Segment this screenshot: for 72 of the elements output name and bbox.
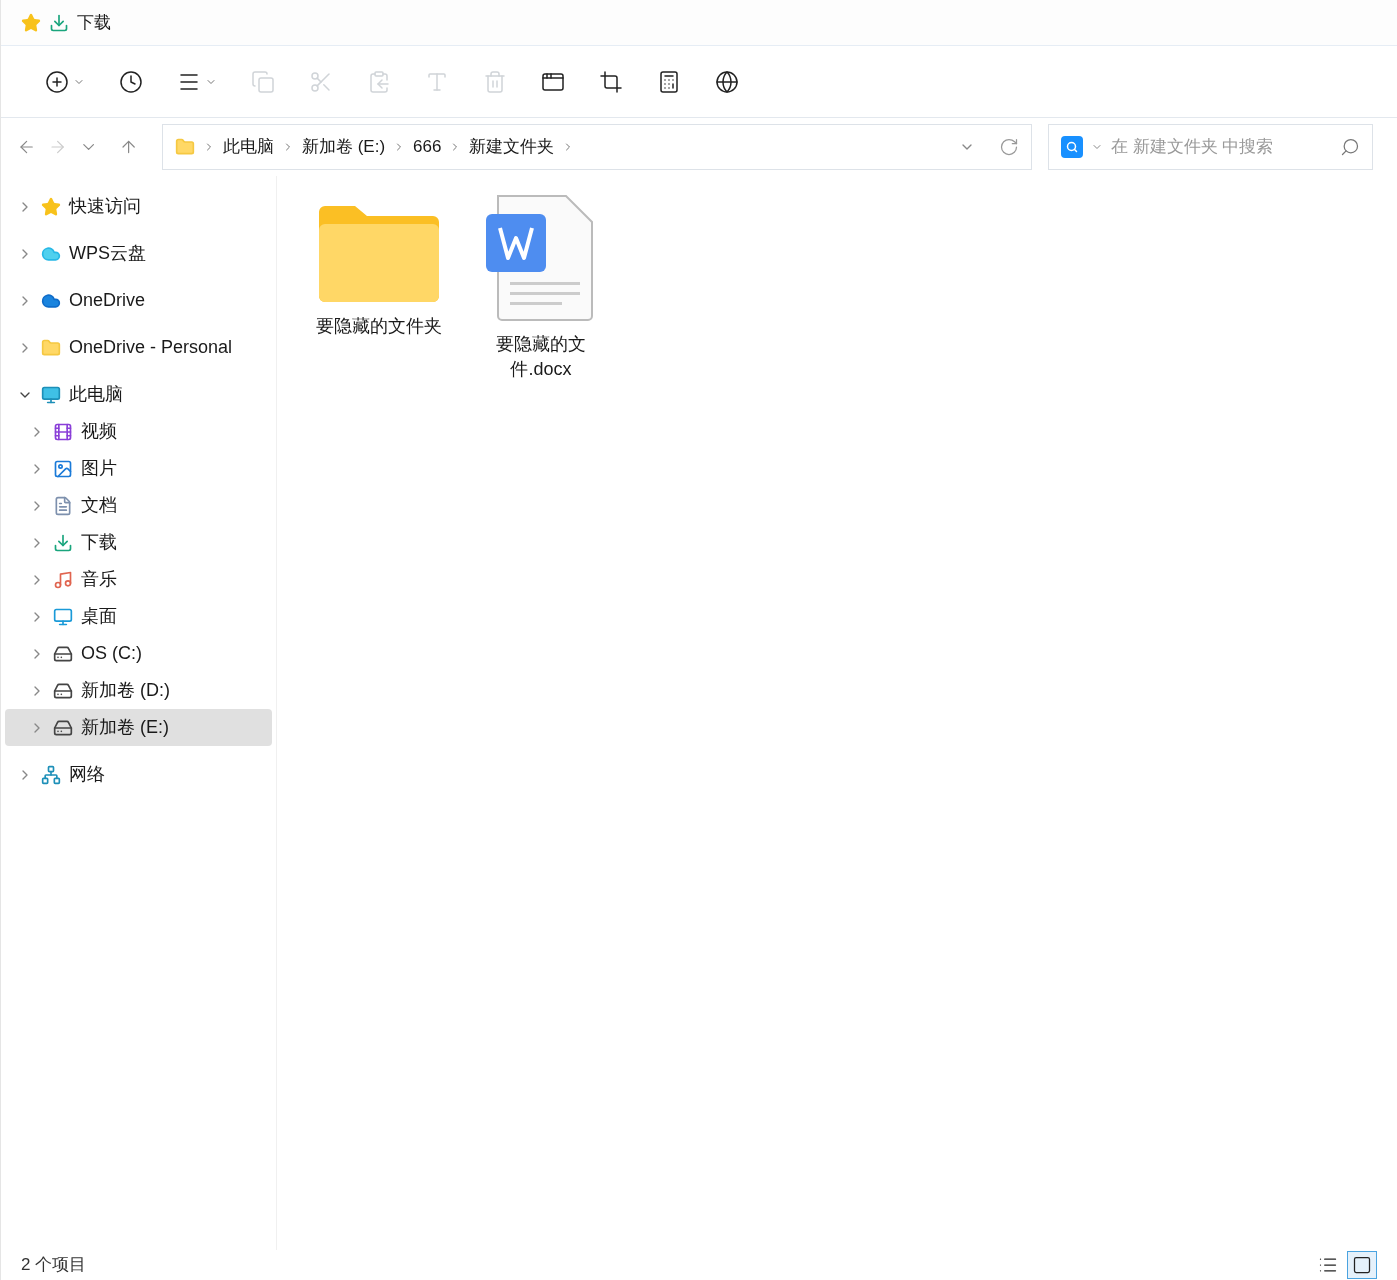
sidebar-item[interactable]: 新加卷 (D:)	[5, 672, 272, 709]
search-engine-icon[interactable]	[1061, 136, 1084, 158]
network-icon	[41, 764, 61, 785]
download-icon	[49, 12, 69, 33]
sidebar-item[interactable]: 视频	[5, 413, 272, 450]
address-bar[interactable]: 此电脑 新加卷 (E:) 666 新建文件夹	[161, 124, 1033, 170]
sidebar-item[interactable]: 此电脑	[5, 376, 272, 413]
film-icon	[53, 421, 73, 442]
sidebar-label: 音乐	[81, 568, 117, 591]
sidebar-label: 新加卷 (D:)	[81, 679, 170, 702]
square-icon	[1352, 1255, 1372, 1275]
refresh-icon[interactable]	[999, 137, 1020, 157]
sidebar-label: 新加卷 (E:)	[81, 716, 169, 739]
document-icon	[53, 495, 73, 516]
search-field[interactable]: 在 新建文件夹 中搜索	[1048, 124, 1374, 170]
sidebar-label: OneDrive - Personal	[69, 336, 233, 359]
sidebar-label: OneDrive	[69, 289, 146, 312]
music-icon	[53, 569, 73, 590]
sidebar-label: 图片	[81, 457, 117, 480]
file-name: 要隐藏的文件.docx	[495, 333, 587, 381]
sidebar-item[interactable]: 音乐	[5, 561, 272, 598]
sidebar-label: 网络	[69, 763, 105, 786]
search-input[interactable]: 在 新建文件夹 中搜索	[1111, 134, 1333, 160]
sidebar-item[interactable]: 网络	[5, 756, 272, 793]
folder-icon	[174, 137, 195, 157]
download-icon	[53, 532, 73, 553]
sidebar-label: 下载	[81, 531, 117, 554]
sidebar-item[interactable]: 桌面	[5, 598, 272, 635]
file-item[interactable]: 要隐藏的文件.docx	[467, 194, 615, 382]
file-name: 要隐藏的文件夹	[316, 315, 442, 338]
search-icon[interactable]	[1340, 137, 1361, 157]
sidebar-item[interactable]: WPS云盘	[5, 235, 272, 272]
folder-icon	[317, 204, 441, 304]
desktop-icon	[53, 606, 73, 627]
sidebar-item[interactable]: OneDrive - Personal	[5, 329, 272, 366]
breadcrumb[interactable]: 新加卷 (E:)	[301, 134, 386, 160]
sidebar-item[interactable]: OS (C:)	[5, 635, 272, 672]
copy-icon	[251, 69, 275, 94]
sidebar-item[interactable]: 快速访问	[5, 188, 272, 225]
calculator-icon	[657, 69, 681, 94]
sidebar-item[interactable]: 下载	[5, 524, 272, 561]
sidebar-label: 此电脑	[69, 383, 123, 406]
sidebar-label: 桌面	[81, 605, 117, 628]
globe-icon	[715, 69, 739, 94]
breadcrumb[interactable]: 新建文件夹	[469, 134, 555, 160]
star-icon	[41, 196, 61, 217]
sidebar-label: OS (C:)	[81, 642, 142, 665]
window-title: 下载	[77, 11, 111, 34]
file-item[interactable]: 要隐藏的文件夹	[305, 194, 453, 339]
item-count: 2 个项目	[21, 1254, 87, 1277]
crop-icon	[599, 69, 623, 94]
breadcrumb[interactable]: 此电脑	[222, 134, 274, 160]
new-item-icon	[45, 69, 69, 94]
sidebar-item[interactable]: OneDrive	[5, 282, 272, 319]
sidebar-label: 视频	[81, 420, 117, 443]
sidebar-label: 文档	[81, 494, 117, 517]
sidebar-item[interactable]: 文档	[5, 487, 272, 524]
breadcrumb[interactable]: 666	[413, 134, 442, 160]
sidebar-label: WPS云盘	[69, 242, 146, 265]
monitor-icon	[41, 384, 61, 405]
sidebar-item[interactable]: 图片	[5, 450, 272, 487]
large-icons-view-button[interactable]	[1347, 1251, 1377, 1279]
image-icon	[53, 458, 73, 479]
clock-icon	[119, 69, 143, 94]
copy-path-icon	[367, 69, 391, 94]
sidebar-label: 快速访问	[69, 195, 141, 218]
sidebar-item[interactable]: 新加卷 (E:)	[5, 709, 272, 746]
scissors-icon	[309, 69, 333, 94]
word-document-icon	[486, 194, 596, 322]
star-icon	[21, 12, 41, 33]
folder-icon	[41, 337, 61, 358]
trash-icon	[483, 69, 507, 94]
